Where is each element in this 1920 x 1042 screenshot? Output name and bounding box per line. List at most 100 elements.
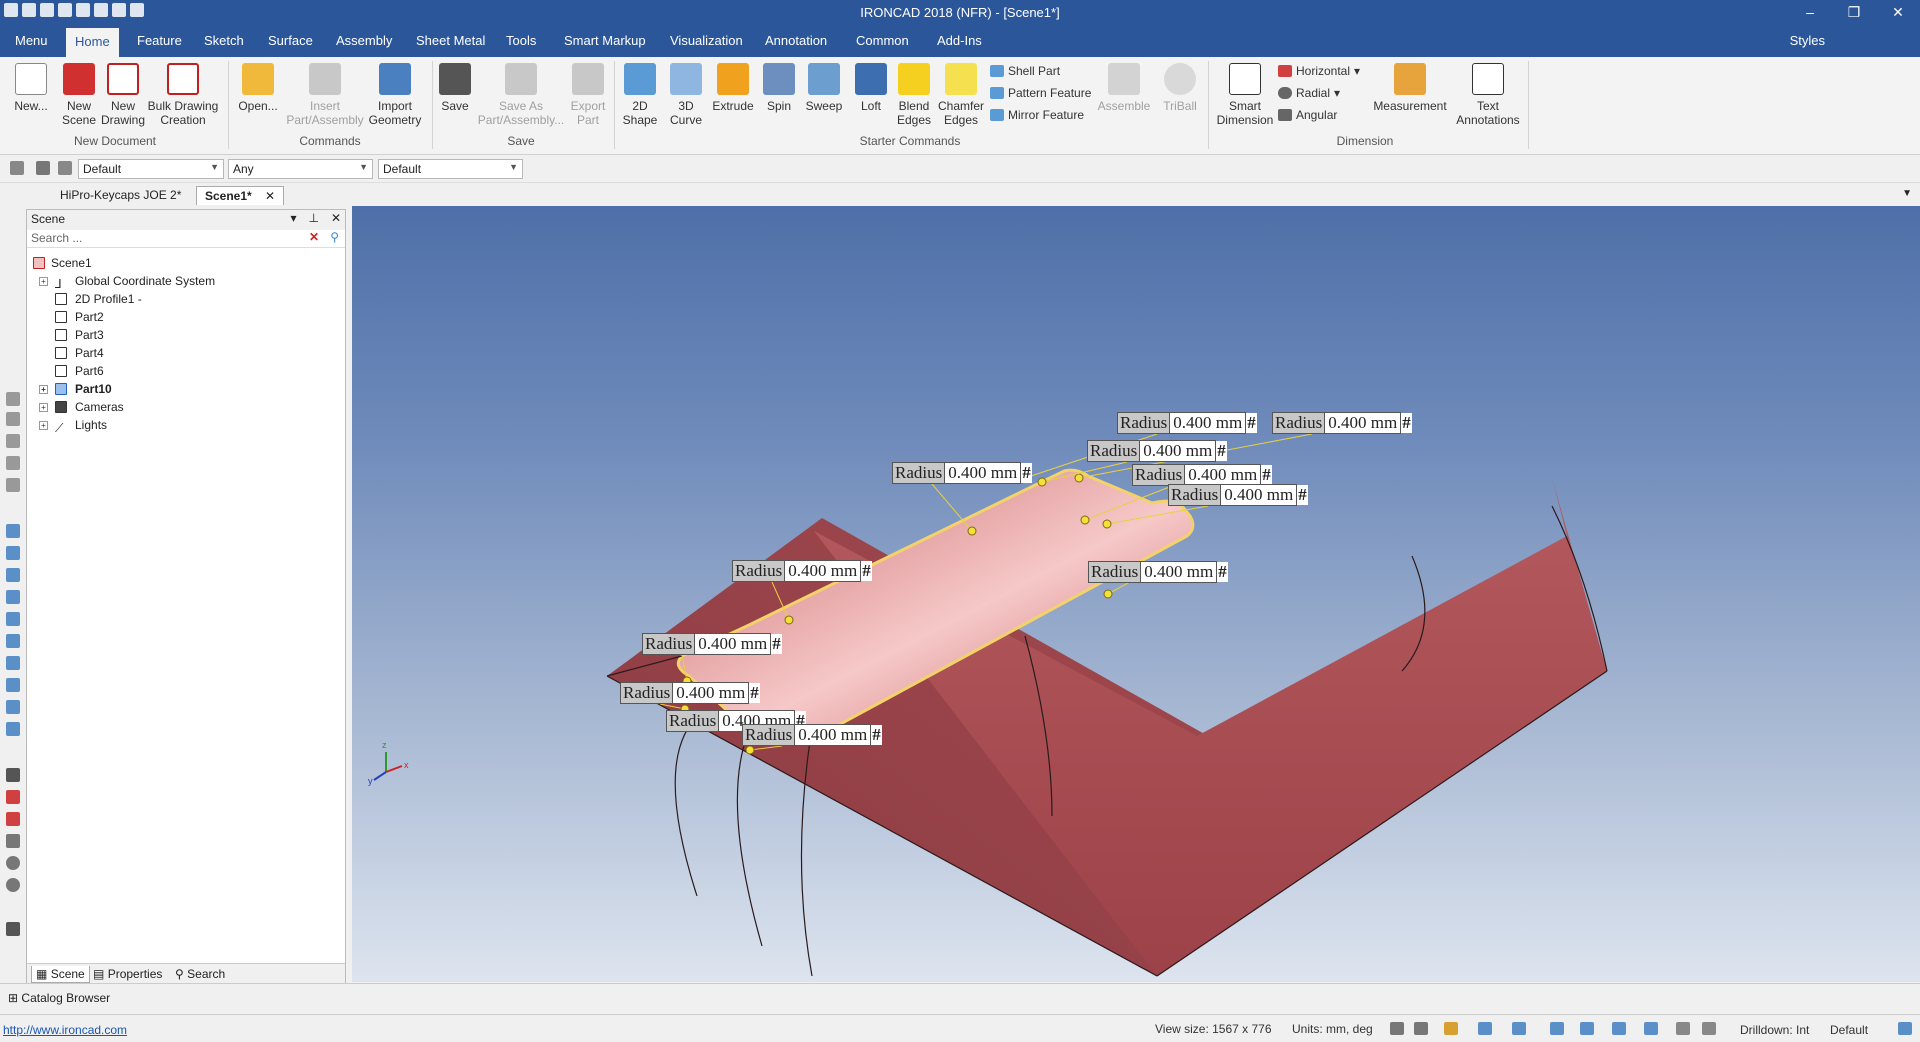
sweep-button[interactable]: Sweep [802,63,846,113]
expand-icon[interactable]: + [39,385,48,394]
text-annotations-button[interactable]: Text Annotations [1450,63,1526,127]
tab-home[interactable]: Home [66,28,119,57]
layout-icon[interactable] [1898,1022,1912,1035]
cube-view-icon[interactable] [6,568,20,582]
selection-icon[interactable] [1644,1022,1658,1035]
tab-tools[interactable]: Tools [497,30,545,51]
cube-view-icon[interactable] [6,524,20,538]
close-button[interactable]: ✕ [1876,0,1920,24]
tree-node-part4[interactable]: Part4 [29,344,343,362]
selection-mode-combo[interactable]: Default ▼ [78,159,224,179]
tab-menu[interactable]: Menu [6,30,57,51]
import-geometry-button[interactable]: Import Geometry [364,63,426,127]
style-combo[interactable]: Default ▼ [378,159,523,179]
extrude-button[interactable]: Extrude [710,63,756,113]
tree-node-scene1[interactable]: Scene1 [29,254,343,272]
callout-value[interactable]: 0.400 mm [1170,412,1247,434]
insert-part-button[interactable]: Insert Part/Assembly [286,63,364,127]
horizontal-dimension-button[interactable]: Horizontal ▾ [1278,64,1360,78]
fillet-marker[interactable] [784,615,794,625]
select-tool-icon[interactable] [10,161,24,175]
cube-view-icon[interactable] [6,656,20,670]
filter-icon[interactable] [58,161,72,175]
blend-edges-button[interactable]: Blend Edges [892,63,936,127]
triball-button[interactable]: TriBall [1156,63,1204,113]
shading-icon[interactable] [1550,1022,1564,1035]
styles-dropdown[interactable]: Styles [1790,33,1825,48]
view-icon[interactable] [6,434,20,448]
tab-sheet-metal[interactable]: Sheet Metal [407,30,494,51]
rotate-icon[interactable] [6,856,20,870]
pointer-icon[interactable] [36,161,50,175]
section-icon[interactable] [1580,1022,1594,1035]
expand-icon[interactable]: + [39,277,48,286]
tab-feature[interactable]: Feature [128,30,191,51]
smart-dimension-button[interactable]: Smart Dimension [1214,63,1276,127]
tree-node-part2[interactable]: Part2 [29,308,343,326]
cube-view-icon[interactable] [6,590,20,604]
angular-dimension-button[interactable]: Angular [1278,108,1337,122]
tab-add-ins[interactable]: Add-Ins [928,30,991,51]
callout-value[interactable]: 0.400 mm [673,682,750,704]
angle-icon[interactable] [6,834,20,848]
radius-callout[interactable]: Radius 0.400 mm # [1117,412,1257,434]
camera-orbit-icon[interactable] [1512,1022,1526,1035]
callout-value[interactable]: 0.400 mm [785,560,862,582]
view-icon[interactable] [6,456,20,470]
clear-search-icon[interactable]: ✕ [309,230,319,244]
chamfer-edges-button[interactable]: Chamfer Edges [936,63,986,127]
close-tab-icon[interactable]: ✕ [265,189,275,203]
rotate-icon[interactable] [6,878,20,892]
cube-view-icon[interactable] [6,634,20,648]
restore-button[interactable]: ❐ [1832,0,1876,24]
view-icon[interactable] [6,412,20,426]
assemble-button[interactable]: Assemble [1096,63,1152,113]
zoom-fit-icon[interactable] [1414,1022,1428,1035]
2d-shape-button[interactable]: 2D Shape [618,63,662,127]
tab-scene[interactable]: ▦ Scene [31,966,90,983]
tab-scene1[interactable]: Scene1* ✕ [196,186,285,205]
fillet-marker[interactable] [967,526,977,536]
cube-view-icon[interactable] [6,612,20,626]
pointer-icon[interactable] [1702,1022,1716,1035]
expand-icon[interactable]: + [39,421,48,430]
view-icon[interactable] [6,392,20,406]
style-dropdown[interactable]: Default [1830,1023,1868,1037]
tree-node-lights[interactable]: + ⟋ Lights [29,416,343,435]
fillet-marker[interactable] [1102,519,1112,529]
3d-curve-button[interactable]: 3D Curve [664,63,708,127]
fillet-marker[interactable] [745,745,755,755]
selection-filter-combo[interactable]: Any ▼ [228,159,373,179]
cube-view-icon[interactable] [6,678,20,692]
display-icon[interactable] [1612,1022,1626,1035]
website-link[interactable]: http://www.ironcad.com [3,1023,127,1037]
minimize-button[interactable]: – [1788,0,1832,24]
drawing-icon[interactable] [6,790,20,804]
radius-callout[interactable]: Radius 0.400 mm # [1272,412,1412,434]
radius-callout[interactable]: Radius 0.400 mm # [1087,440,1227,462]
render-mode-icon[interactable] [1444,1022,1458,1035]
sketch-icon[interactable] [6,768,20,782]
tab-sketch[interactable]: Sketch [195,30,253,51]
fillet-marker[interactable] [1037,477,1047,487]
new-scene-button[interactable]: New Scene [56,63,102,127]
pointer-icon[interactable] [1676,1022,1690,1035]
callout-value[interactable]: 0.400 mm [1325,412,1402,434]
tree-node-part10[interactable]: + Part10 [29,380,343,398]
callout-value[interactable]: 0.400 mm [695,633,772,655]
callout-value[interactable]: 0.400 mm [795,724,872,746]
tab-surface[interactable]: Surface [259,30,322,51]
shell-part-button[interactable]: Shell Part [990,64,1060,78]
tree-node-part6[interactable]: Part6 [29,362,343,380]
view-cube-icon[interactable] [1478,1022,1492,1035]
spin-button[interactable]: Spin [758,63,800,113]
radius-callout[interactable]: Radius 0.400 mm # [642,633,782,655]
tab-search[interactable]: ⚲ Search [171,966,229,982]
tree-node-2d-profile1[interactable]: 2D Profile1 - [29,290,343,308]
tree-node-part3[interactable]: Part3 [29,326,343,344]
export-part-button[interactable]: Export Part [568,63,608,127]
tree-node-global-coordinate-system[interactable]: + ⅃ Global Coordinate System [29,272,343,291]
new-button[interactable]: New... [8,63,54,113]
drilldown-dropdown[interactable]: Drilldown: Int [1740,1023,1809,1037]
measure-icon[interactable] [6,922,20,936]
